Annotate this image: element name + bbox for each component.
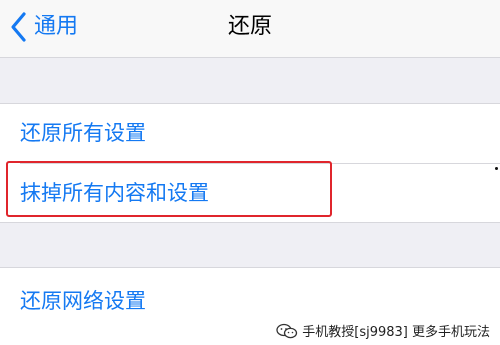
- erase-all-content-and-settings-cell[interactable]: 抹掉所有内容和设置: [0, 164, 500, 222]
- navigation-bar: 通用 还原: [0, 0, 500, 58]
- wechat-icon: [276, 323, 298, 338]
- erase-all-content-and-settings-label: 抹掉所有内容和设置: [20, 181, 209, 205]
- page-title: 还原: [227, 14, 272, 39]
- reset-all-settings-label: 还原所有设置: [20, 121, 146, 145]
- watermark-text: 手机教授[sj9983] 更多手机玩法: [302, 325, 490, 340]
- reset-network-settings-label: 还原网络设置: [20, 289, 146, 313]
- settings-group-reset: 还原所有设置 抹掉所有内容和设置: [0, 103, 500, 223]
- edge-dot: [495, 167, 498, 170]
- watermark: 手机教授[sj9983] 更多手机玩法: [274, 319, 494, 342]
- reset-all-settings-cell[interactable]: 还原所有设置: [0, 104, 500, 162]
